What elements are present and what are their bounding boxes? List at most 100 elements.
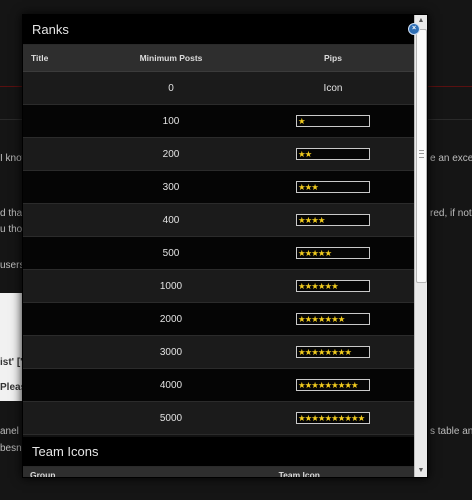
pips-bar: ★★★★★★★★★★ xyxy=(296,412,370,424)
star-icon: ★ xyxy=(311,380,319,390)
rank-pips-cell: ★★★★★★★★ xyxy=(251,335,415,369)
rank-pips-cell: ★ xyxy=(251,104,415,138)
rank-pips-cell: ★★★★★★★ xyxy=(251,302,415,336)
ranks-title: Ranks xyxy=(32,22,69,37)
rank-title-cell xyxy=(23,401,91,435)
rank-row: 200 ★★ xyxy=(23,137,415,171)
vertical-scrollbar[interactable]: ▲ ▼ xyxy=(414,15,427,477)
column-header-title: Title xyxy=(23,45,91,72)
rank-title-cell xyxy=(23,269,91,303)
star-icon: ★ xyxy=(351,380,359,390)
pips-bar: ★★★★★★★★ xyxy=(296,346,370,358)
star-icon: ★ xyxy=(344,347,352,357)
star-icon: ★ xyxy=(311,215,319,225)
star-icon: ★ xyxy=(311,347,319,357)
star-icon: ★ xyxy=(351,413,359,423)
rank-pips-cell: ★★★★★ xyxy=(251,236,415,270)
star-icon: ★ xyxy=(317,413,326,423)
star-icon: ★ xyxy=(344,413,352,423)
ranks-header-row: Title Minimum Posts Pips xyxy=(23,45,415,72)
background-text: anel xyxy=(0,426,19,437)
ranks-table: Title Minimum Posts Pips 0 Icon 100 ★ 200 ★★ 3… xyxy=(23,45,415,435)
ranks-table-body: 0 Icon 100 ★ 200 ★★ 300 ★★★ 400 ★★★★ 500 ★★★★★ 1000 ★… xyxy=(23,71,415,435)
team-icons-header: Team Icons xyxy=(23,437,416,467)
star-icon: ★ xyxy=(311,281,319,291)
pips-bar: ★★★★★★★★★ xyxy=(296,379,370,391)
pips-bar: ★★★ xyxy=(296,181,370,193)
star-icon: ★ xyxy=(317,347,326,357)
rank-min-posts-cell: 100 xyxy=(91,104,251,138)
rank-pips-cell: ★★★★★★ xyxy=(251,269,415,303)
ranks-modal: Ranks Title Minimum Posts Pips 0 Icon 100 ★… xyxy=(22,14,428,478)
rank-pips-cell: ★★ xyxy=(251,137,415,171)
star-icon: ★ xyxy=(298,281,306,291)
star-icon: ★ xyxy=(317,248,326,258)
close-icon[interactable]: × xyxy=(408,23,420,35)
column-header-group: Group xyxy=(30,470,56,478)
rank-row: 100 ★ xyxy=(23,104,415,138)
pips-bar: ★★★★★★★ xyxy=(296,313,370,325)
background-text: s table an xyxy=(430,426,472,437)
rank-min-posts-cell: 2000 xyxy=(91,302,251,336)
rank-pips-cell: ★★★★ xyxy=(251,203,415,237)
star-icon: ★ xyxy=(344,380,352,390)
rank-row: 500 ★★★★★ xyxy=(23,236,415,270)
rank-min-posts-cell: 4000 xyxy=(91,368,251,402)
rank-title-cell xyxy=(23,368,91,402)
pips-bar: ★★ xyxy=(296,148,370,160)
modal-content[interactable]: Ranks Title Minimum Posts Pips 0 Icon 100 ★… xyxy=(23,15,416,478)
star-icon: ★ xyxy=(311,248,319,258)
rank-min-posts-cell: 400 xyxy=(91,203,251,237)
rank-title-cell xyxy=(23,236,91,270)
scroll-down-arrow-icon[interactable]: ▼ xyxy=(415,465,427,477)
scrollbar-thumb[interactable] xyxy=(416,29,427,283)
rank-row: 300 ★★★ xyxy=(23,170,415,204)
rank-row: 2000 ★★★★★★★ xyxy=(23,302,415,336)
rank-title-cell xyxy=(23,71,91,105)
star-icon: ★ xyxy=(331,314,339,324)
rank-row: 4000 ★★★★★★★★★ xyxy=(23,368,415,402)
ranks-header: Ranks xyxy=(23,15,416,45)
star-icon: ★ xyxy=(311,413,319,423)
star-icon: ★ xyxy=(324,248,333,258)
column-header-min-posts: Minimum Posts xyxy=(91,45,251,72)
rank-title-cell xyxy=(23,302,91,336)
scrollbar-grip-icon xyxy=(419,150,424,158)
star-icon: ★ xyxy=(298,248,306,258)
star-icon: ★ xyxy=(298,182,306,192)
background-text: d tha xyxy=(0,208,23,219)
pips-bar: ★★★★★★ xyxy=(296,280,370,292)
column-header-team-icon: Team Icon xyxy=(278,470,320,478)
team-icons-header-row: Group Team Icon xyxy=(23,467,416,478)
rank-title-cell xyxy=(23,137,91,171)
rank-min-posts-cell: 1000 xyxy=(91,269,251,303)
star-icon: ★ xyxy=(317,281,326,291)
star-icon: ★ xyxy=(357,413,366,423)
star-icon: ★ xyxy=(317,314,326,324)
team-icons-title: Team Icons xyxy=(32,444,99,459)
background-text: users xyxy=(0,260,25,271)
star-icon: ★ xyxy=(337,314,346,324)
rank-title-cell xyxy=(23,170,91,204)
star-icon: ★ xyxy=(298,314,306,324)
rank-pips-cell: Icon xyxy=(251,71,415,105)
rank-pips-cell: ★★★★★★★★★★ xyxy=(251,401,415,435)
rank-min-posts-cell: 200 xyxy=(91,137,251,171)
background-text: red, if not xyxy=(430,208,472,219)
rank-row: 1000 ★★★★★★ xyxy=(23,269,415,303)
rank-min-posts-cell: 300 xyxy=(91,170,251,204)
background-text: e an exce xyxy=(430,153,472,164)
rank-title-cell xyxy=(23,203,91,237)
background-text: besn' xyxy=(0,443,24,454)
star-icon: ★ xyxy=(317,215,326,225)
star-icon: ★ xyxy=(304,149,313,159)
pips-bar: ★★★★ xyxy=(296,214,370,226)
star-icon: ★ xyxy=(298,215,306,225)
rank-min-posts-cell: 5000 xyxy=(91,401,251,435)
rank-row: 0 Icon xyxy=(23,71,415,105)
star-icon: ★ xyxy=(311,314,319,324)
rank-pips-cell: ★★★ xyxy=(251,170,415,204)
pips-bar: ★ xyxy=(296,115,370,127)
star-icon: ★ xyxy=(331,380,339,390)
star-icon: ★ xyxy=(317,380,326,390)
